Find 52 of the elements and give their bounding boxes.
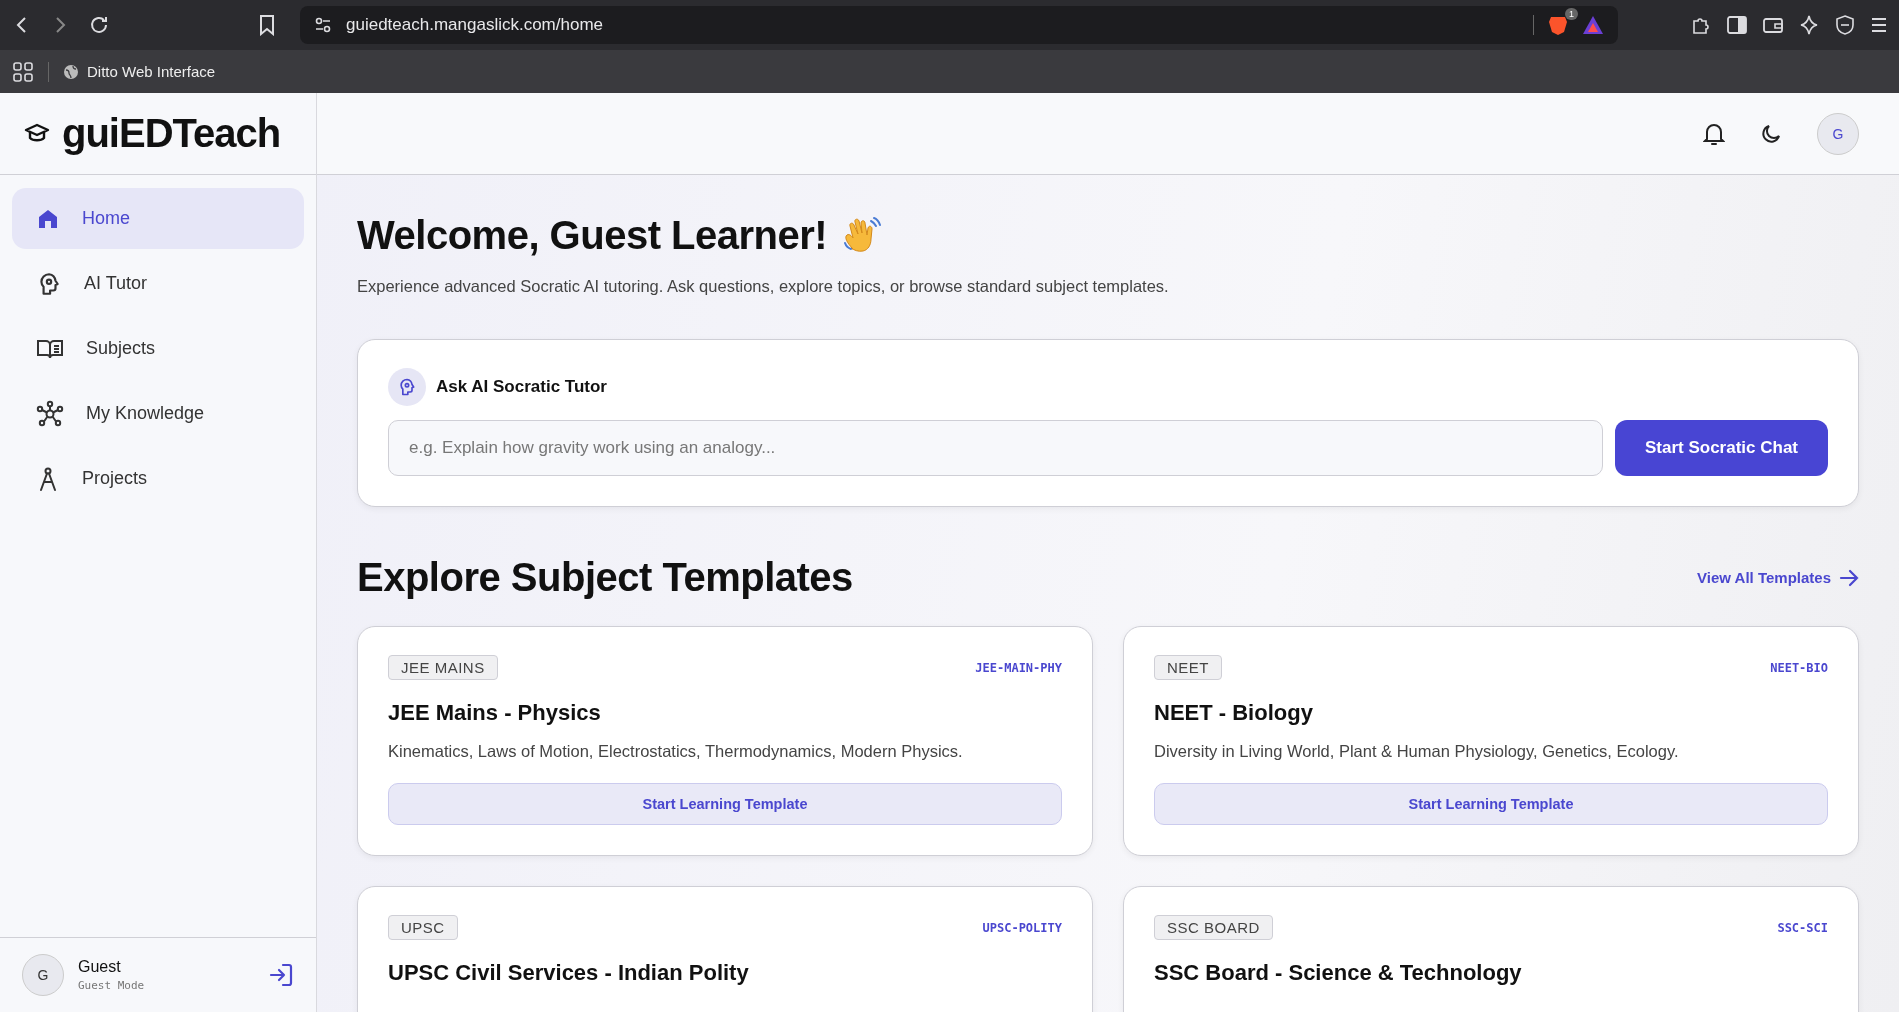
triangle-icon[interactable]	[1582, 15, 1604, 35]
logout-icon[interactable]	[268, 962, 294, 988]
template-description: Kinematics, Laws of Motion, Electrostatics, Thermodynamics, Modern Physics.	[388, 742, 964, 761]
template-title: NEET - Biology	[1154, 700, 1314, 726]
reload-icon[interactable]	[88, 14, 110, 36]
view-all-link[interactable]: View All Templates	[1697, 568, 1859, 587]
user-mode: Guest Mode	[78, 979, 145, 992]
exam-tag: UPSC	[388, 915, 458, 940]
template-code: NEET-BIO	[1770, 660, 1828, 675]
puzzle-icon[interactable]	[1691, 15, 1711, 35]
exam-tag: JEE MAINS	[388, 655, 498, 680]
nav-item[interactable]: AI Tutor	[12, 253, 304, 314]
template-title: UPSC Civil Services - Indian Polity	[388, 960, 750, 986]
sparkle-icon[interactable]	[1799, 15, 1819, 35]
sidebar-icon[interactable]	[1727, 16, 1747, 34]
nav-item[interactable]: Projects	[12, 448, 304, 509]
globe-icon	[63, 63, 79, 80]
menu-icon[interactable]	[1871, 16, 1887, 34]
apps-grid-icon[interactable]	[12, 60, 34, 83]
start-chat-button[interactable]: Start Socratic Chat	[1614, 420, 1828, 476]
template-description: Diversity in Living World, Plant & Human Physiology, Genetics, Ecology.	[1154, 742, 1680, 761]
exam-tag: SSC BOARD	[1154, 915, 1273, 940]
template-title: SSC Board - Science & Technology	[1154, 960, 1523, 986]
bookmark-icon[interactable]	[258, 14, 276, 36]
wallet-icon[interactable]	[1763, 16, 1783, 34]
app-logo[interactable]: guiEDTeach	[62, 111, 281, 156]
bell-icon[interactable]	[1703, 121, 1725, 146]
user-avatar[interactable]: G	[22, 954, 64, 996]
site-settings-icon[interactable]	[314, 16, 332, 34]
section-heading: Explore Subject Templates	[357, 555, 853, 600]
template-code: UPSC-POLITY	[982, 920, 1062, 935]
start-template-button[interactable]: Start Learning Template	[388, 783, 1062, 825]
welcome-subtitle: Experience advanced Socratic AI tutoring. Ask questions, explore topics, or browse standard subject templates.	[357, 276, 1170, 297]
network-icon	[36, 399, 64, 428]
template-title: JEE Mains - Physics	[388, 700, 602, 726]
template-code: SSC-SCI	[1777, 920, 1828, 935]
nav-item[interactable]: My Knowledge	[12, 383, 304, 444]
exam-tag: NEET	[1154, 655, 1222, 680]
address-text[interactable]: guiedteach.mangaslick.com/home	[346, 15, 1519, 35]
start-template-button[interactable]: Start Learning Template	[1154, 783, 1828, 825]
notification-count: 1	[1565, 8, 1578, 20]
template-code: JEE-MAIN-PHY	[975, 660, 1062, 675]
shield-icon[interactable]	[1835, 15, 1855, 35]
question-input[interactable]: e.g. Explain how gravity work using an analogy...	[388, 420, 1603, 476]
user-name: Guest	[78, 958, 122, 976]
nav-item[interactable]: Home	[12, 188, 304, 249]
welcome-title: Welcome, Guest Learner!	[357, 213, 828, 258]
bookmark-link[interactable]: Ditto Web Interface	[87, 63, 216, 80]
ask-title: Ask AI Socratic Tutor	[436, 377, 607, 397]
arrow-right-icon	[1839, 568, 1859, 587]
nav-item[interactable]: Subjects	[12, 318, 304, 379]
user-avatar[interactable]: G	[1817, 112, 1859, 155]
